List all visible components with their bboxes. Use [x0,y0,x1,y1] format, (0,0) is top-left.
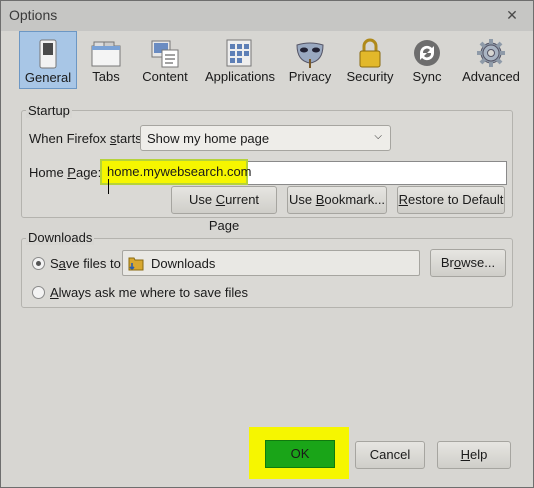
preferences-toolbar: General Tabs Content Applications Privac… [11,31,525,89]
use-bookmark-button[interactable]: Use Bookmark... [287,186,387,214]
tab-label: Sync [412,69,442,84]
ok-button[interactable]: OK [265,440,335,468]
tab-general[interactable]: General [19,31,77,89]
btn-part: Br [440,255,454,270]
tab-label: Content [142,69,188,84]
save-files-radio[interactable] [32,257,45,270]
label-part: lways ask me where to save files [58,285,248,300]
btn-part: ookmark... [324,192,386,207]
tabs-window-icon [91,37,121,69]
tab-label: Advanced [462,69,520,84]
always-ask-label: Always ask me where to save files [50,285,248,300]
when-starts-label: When Firefox starts: [29,131,145,146]
label-part: age: [75,165,102,180]
label-accel: a [58,256,66,271]
use-current-page-button[interactable]: Use Current Page [171,186,277,233]
tab-label: Security [346,69,394,84]
tab-content[interactable]: Content [137,31,193,89]
label-part: When Firefox [29,131,110,146]
home-page-value: home.mywebsearch.com [107,164,252,179]
tab-label: Privacy [288,69,332,84]
tab-label: General [24,70,72,85]
download-folder-name: Downloads [151,256,216,271]
btn-part: elp [470,447,488,462]
close-icon[interactable]: ✕ [503,6,521,24]
window-title: Options [9,7,58,23]
home-page-value-highlight: home.mywebsearch.com [100,159,252,194]
btn-part: Use [288,192,316,207]
text-caret [108,179,109,194]
label-accel: P [67,165,76,180]
browse-button[interactable]: Browse... [430,249,506,277]
always-ask-radio[interactable] [32,286,45,299]
restore-default-button[interactable]: Restore to Default [397,186,505,214]
tab-advanced[interactable]: Advanced [457,31,525,89]
gear-icon [476,37,506,69]
tab-applications[interactable]: Applications [199,31,281,89]
applications-icon [225,37,255,69]
btn-part: wse... [461,255,496,270]
title-bar: Options ✕ [1,1,533,31]
options-dialog: Options ✕ General Tabs Content Applicati… [0,0,534,488]
tab-privacy[interactable]: Privacy [285,31,335,89]
startup-group-title: Startup [26,103,72,118]
btn-accel: C [215,192,226,207]
home-page-label: Home Page: [29,165,101,180]
startup-select[interactable]: Show my home page ⌵ [140,125,391,151]
save-files-label: Save files to [50,256,121,271]
label-part: ve files to [65,256,121,271]
content-icon [150,37,180,69]
sync-icon [412,37,442,69]
label-accel: A [50,285,59,300]
chevron-down-icon: ⌵ [374,131,382,142]
cancel-button[interactable]: Cancel [355,441,425,469]
tab-label: Applications [204,69,276,84]
padlock-icon [355,37,385,69]
label-part: S [50,256,59,271]
switch-icon [33,38,63,70]
folder-icon [128,255,144,275]
btn-part: Use [188,192,216,207]
tab-sync[interactable]: Sync [405,31,449,89]
download-folder-field[interactable]: Downloads [122,250,420,276]
tab-tabs[interactable]: Tabs [81,31,131,89]
btn-accel: H [460,447,471,462]
tab-label: Tabs [92,69,120,84]
btn-accel: R [398,192,408,207]
ok-highlight: OK [249,427,349,479]
btn-part: estore to Default [408,192,504,207]
mask-icon [295,37,325,69]
downloads-group-title: Downloads [26,230,95,245]
startup-select-value: Show my home page [147,131,270,146]
help-button[interactable]: Help [437,441,511,469]
label-part: Home [29,165,68,180]
tab-security[interactable]: Security [341,31,399,89]
